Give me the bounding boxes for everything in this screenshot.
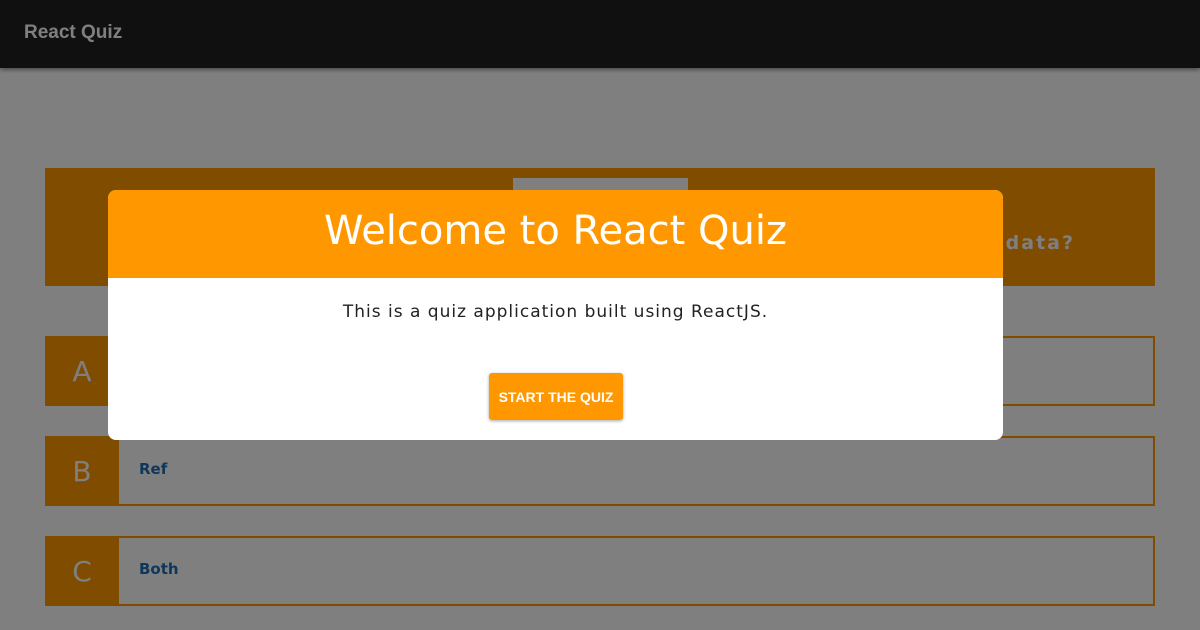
welcome-dialog: Welcome to React Quiz This is a quiz app… bbox=[108, 190, 1003, 440]
dialog-header: Welcome to React Quiz bbox=[108, 190, 1003, 278]
dialog-title: Welcome to React Quiz bbox=[323, 208, 787, 254]
start-quiz-button[interactable]: START THE QUIZ bbox=[489, 373, 623, 420]
dialog-body-text: This is a quiz application built using R… bbox=[342, 302, 769, 322]
